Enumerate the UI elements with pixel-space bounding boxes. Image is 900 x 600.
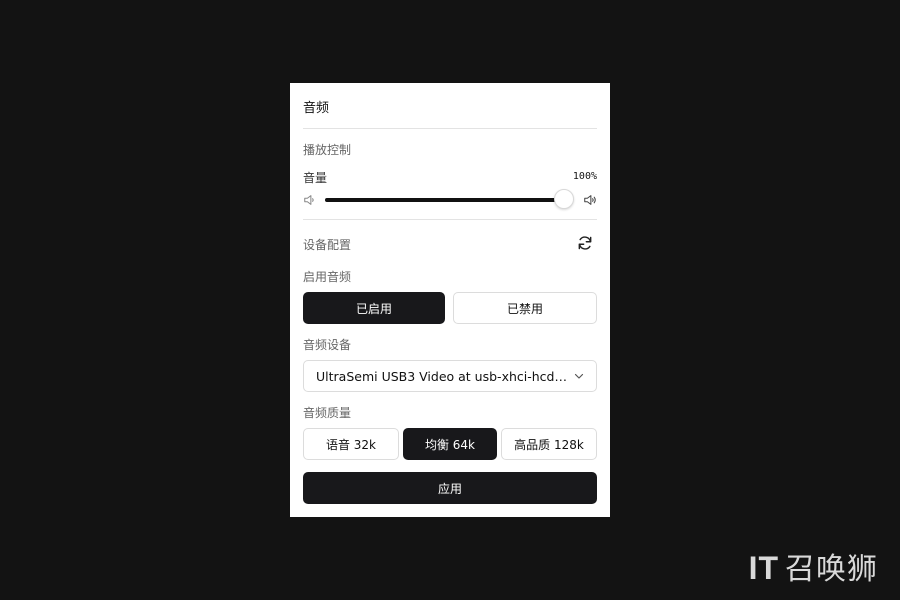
audio-device-label: 音频设备 <box>303 338 352 352</box>
quality-option-high[interactable]: 高品质 128k <box>501 428 597 460</box>
volume-slider-thumb[interactable] <box>554 189 574 209</box>
divider <box>303 128 597 129</box>
watermark-logo: IT 召唤狮 <box>749 544 878 588</box>
volume-slider[interactable] <box>325 188 574 212</box>
volume-value: 100% <box>572 171 597 182</box>
audio-device-value: UltraSemi USB3 Video at usb-xhci-hcd.0.a… <box>316 368 568 384</box>
enabled-button[interactable]: 已启用 <box>303 292 445 324</box>
divider <box>303 219 597 220</box>
chevron-down-icon <box>574 373 584 379</box>
enable-audio-label: 启用音频 <box>303 270 352 284</box>
playback-section-label: 播放控制 <box>303 143 352 157</box>
audio-device-select[interactable]: UltraSemi USB3 Video at usb-xhci-hcd.0.a… <box>303 360 597 392</box>
volume-slider-fill <box>325 198 564 202</box>
volume-label: 音量 <box>303 171 328 185</box>
watermark-it: IT <box>748 550 779 586</box>
panel-title: 音频 <box>303 101 330 116</box>
device-config-section-label: 设备配置 <box>303 238 352 252</box>
refresh-icon[interactable] <box>576 234 594 252</box>
audio-quality-label: 音频质量 <box>303 406 352 420</box>
apply-button[interactable]: 应用 <box>303 472 597 504</box>
speaker-high-icon[interactable] <box>583 193 597 207</box>
watermark-name: 召唤狮 <box>785 553 878 586</box>
audio-settings-panel: 音频 播放控制 音量 100% 设备配置 启用音频 已启用 已禁用 音频设备 U… <box>290 83 610 517</box>
quality-option-balanced[interactable]: 均衡 64k <box>403 428 497 460</box>
disabled-button[interactable]: 已禁用 <box>453 292 597 324</box>
speaker-low-icon[interactable] <box>303 193 317 207</box>
quality-option-voice[interactable]: 语音 32k <box>303 428 399 460</box>
